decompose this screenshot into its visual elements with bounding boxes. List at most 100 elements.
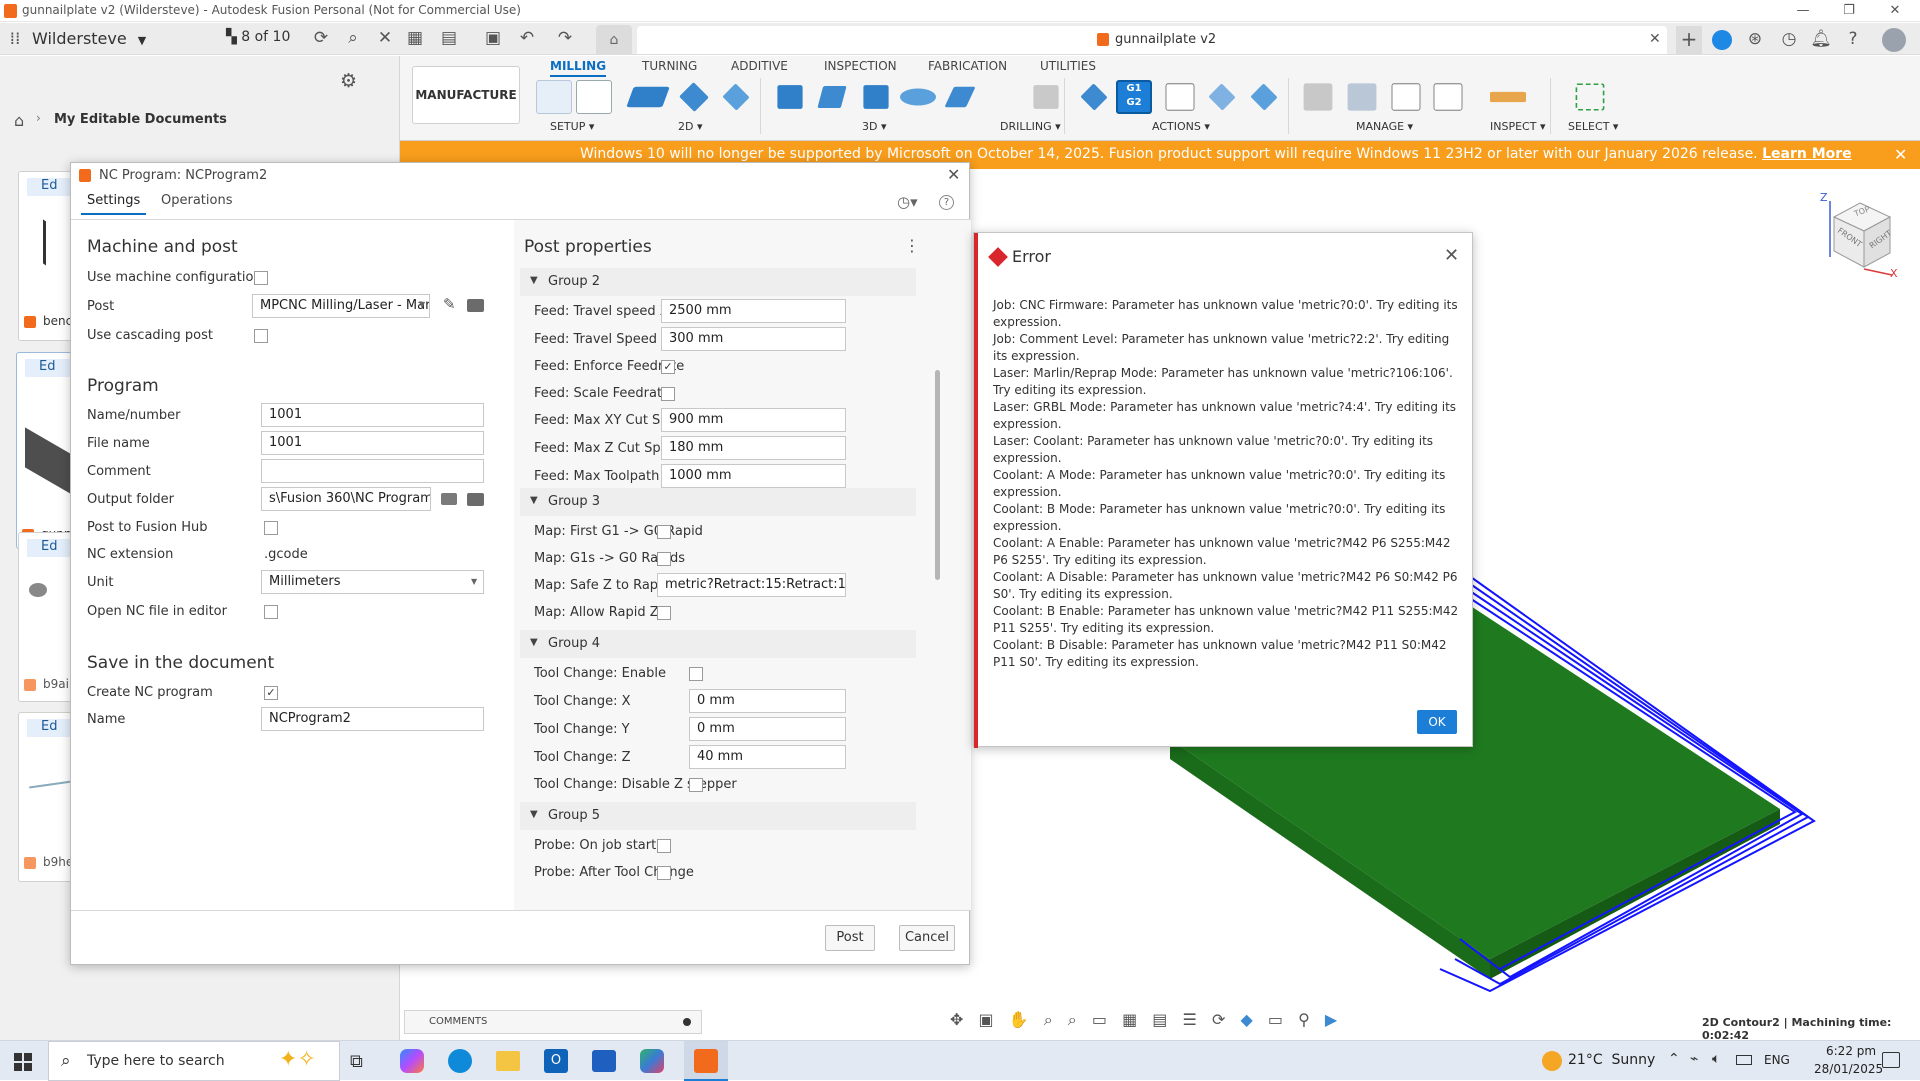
group-manage[interactable]: MANAGE ▾ (1356, 120, 1413, 133)
open-nc-file-checkbox[interactable] (264, 605, 278, 619)
close-error-button[interactable]: ✕ (1444, 245, 1459, 266)
list-item[interactable]: Ed gunn (16, 352, 79, 549)
post-select[interactable]: MPCNC Milling/Laser - Mar (252, 294, 430, 318)
tab-inspection[interactable]: INSPECTION (824, 59, 897, 77)
tab-turning[interactable]: TURNING (642, 59, 697, 77)
tool-change-enable-checkbox[interactable] (689, 667, 703, 681)
3d-steep-icon[interactable] (863, 85, 889, 109)
m365-icon[interactable] (640, 1049, 664, 1073)
post-library-icon[interactable] (1391, 83, 1421, 111)
map-first-g1-checkbox[interactable] (657, 525, 671, 539)
list-item[interactable]: Ed b9ai (18, 532, 79, 702)
setup-sheet-icon[interactable] (1165, 83, 1195, 111)
group-setup[interactable]: SETUP ▾ (550, 120, 594, 133)
machine-library-icon[interactable] (1347, 83, 1377, 111)
task-view-icon[interactable]: ⧉ (350, 1051, 363, 1072)
clear-icon[interactable] (1250, 83, 1278, 111)
weather-text[interactable]: 21°C Sunny (1568, 1052, 1655, 1068)
zoom-window-icon[interactable]: ⌕ (1068, 1010, 1077, 1029)
display-settings-icon[interactable]: ▭ (1092, 1010, 1107, 1029)
group-5-header[interactable]: ▼ Group 5 (520, 802, 916, 830)
nc-program-icon[interactable] (576, 80, 612, 114)
unit-select[interactable]: Millimeters (261, 570, 484, 594)
2d-adaptive-icon[interactable] (626, 86, 670, 108)
team-selector[interactable]: Wildersteve ▼ (32, 29, 146, 48)
file-menu-icon[interactable]: ▤ (436, 23, 462, 53)
program-name-input[interactable]: NCProgram2 (261, 707, 484, 731)
tool-change-z-input[interactable]: 40 mm (689, 745, 846, 769)
outlook-icon[interactable]: O (544, 1049, 568, 1073)
redo-icon[interactable]: ↷ (552, 23, 578, 53)
3d-pocket-icon[interactable] (817, 85, 847, 109)
post-process-icon[interactable]: G1 G2 (1116, 80, 1152, 114)
viewports-icon[interactable]: ▤ (1152, 1010, 1167, 1029)
comment-input[interactable] (261, 459, 484, 483)
help-icon[interactable]: ? (1840, 24, 1866, 54)
tool-display-icon[interactable]: ⚲ (1298, 1010, 1310, 1029)
feed-max-z-input[interactable]: 180 mm (661, 436, 846, 460)
copilot-icon[interactable] (400, 1049, 424, 1073)
simulation-icon[interactable]: ▶ (1325, 1010, 1337, 1029)
visual-style-icon[interactable]: ◆ (1240, 1010, 1252, 1029)
create-nc-program-checkbox[interactable]: ✓ (264, 686, 278, 700)
tray-chevron-icon[interactable]: ⌃ (1668, 1051, 1680, 1067)
home-tab[interactable]: ⌂ (596, 25, 632, 55)
look-at-icon[interactable]: ▣ (979, 1010, 994, 1029)
orbit-icon[interactable]: ✥ (950, 1010, 963, 1029)
grid-settings-icon[interactable]: ▦ (1122, 1010, 1137, 1029)
tool-change-y-input[interactable]: 0 mm (689, 717, 846, 741)
3d-adaptive-icon[interactable] (777, 85, 803, 109)
output-folder-input[interactable]: s\Fusion 360\NC Programs (261, 487, 431, 511)
taskbar-search-box[interactable]: ⌕ Type here to search ✦✧ (48, 1041, 340, 1081)
fusion-taskbar-icon[interactable] (684, 1041, 728, 1081)
tool-change-x-input[interactable]: 0 mm (689, 689, 846, 713)
apps-grid-icon[interactable]: ⁞⁞ (2, 24, 28, 54)
clock-date[interactable]: 28/01/2025 (1814, 1062, 1883, 1076)
avatar[interactable] (1882, 28, 1906, 52)
drilling-icon[interactable] (1033, 85, 1059, 109)
template-library-icon[interactable] (1433, 83, 1463, 111)
edge-icon[interactable] (448, 1049, 472, 1073)
tab-fabrication[interactable]: FABRICATION (928, 59, 1007, 77)
group-drilling[interactable]: DRILLING ▾ (1000, 120, 1061, 133)
close-window-button[interactable]: ✕ (1872, 0, 1918, 22)
history-icon[interactable]: ◷▾ (897, 193, 918, 211)
3d-scallop-icon[interactable] (900, 88, 936, 106)
new-tab-icon[interactable]: + (1676, 26, 1702, 54)
measure-icon[interactable] (1490, 91, 1526, 103)
probe-after-tool-change-checkbox[interactable] (657, 866, 671, 880)
more-options-icon[interactable]: ⋮ (904, 236, 920, 255)
store-icon[interactable] (592, 1050, 616, 1072)
save-icon[interactable]: ▣ (480, 23, 506, 53)
use-machine-config-checkbox[interactable] (254, 271, 268, 285)
map-safe-z-input[interactable]: metric?Retract:15:Retract:15 (657, 573, 846, 597)
home-icon[interactable]: ⌂ (14, 111, 24, 130)
simulate-icon[interactable] (1080, 83, 1108, 111)
list-item[interactable]: Ed benc (18, 171, 79, 341)
job-status-icon[interactable] (1712, 30, 1732, 50)
breadcrumb[interactable]: My Editable Documents (54, 112, 227, 127)
select-window-icon[interactable] (1575, 83, 1605, 111)
group-2-header[interactable]: ▼ Group 2 (520, 268, 916, 296)
list-item[interactable]: Ed b9he (18, 712, 79, 882)
refresh-icon[interactable]: ⟳ (1212, 1010, 1225, 1029)
tab-milling[interactable]: MILLING (550, 59, 607, 77)
generate-icon[interactable] (1208, 83, 1236, 111)
tab-utilities[interactable]: UTILITIES (1040, 59, 1096, 77)
network-icon[interactable]: ⌁ (1690, 1051, 1698, 1067)
close-icon[interactable]: ✕ (372, 23, 398, 53)
comments-toggle-icon[interactable] (683, 1018, 691, 1026)
language-indicator[interactable]: ENG (1764, 1053, 1790, 1067)
edit-post-icon[interactable]: ✎ (443, 295, 456, 313)
feed-max-xy-input[interactable]: 900 mm (661, 408, 846, 432)
feed-travel-z-input[interactable]: 300 mm (661, 327, 846, 351)
windows-start-icon[interactable] (14, 1053, 32, 1071)
help-icon[interactable]: ? (939, 195, 954, 210)
extensions-icon[interactable]: ⊛ (1742, 24, 1768, 54)
restore-button[interactable]: ❐ (1826, 0, 1872, 22)
grid-icon[interactable]: ▦ (402, 23, 428, 53)
comments-panel[interactable]: COMMENTS (404, 1010, 702, 1034)
close-tab-icon[interactable]: ✕ (1649, 31, 1661, 47)
group-inspect[interactable]: INSPECT ▾ (1490, 120, 1545, 133)
learn-more-link[interactable]: Learn More (1762, 146, 1852, 162)
